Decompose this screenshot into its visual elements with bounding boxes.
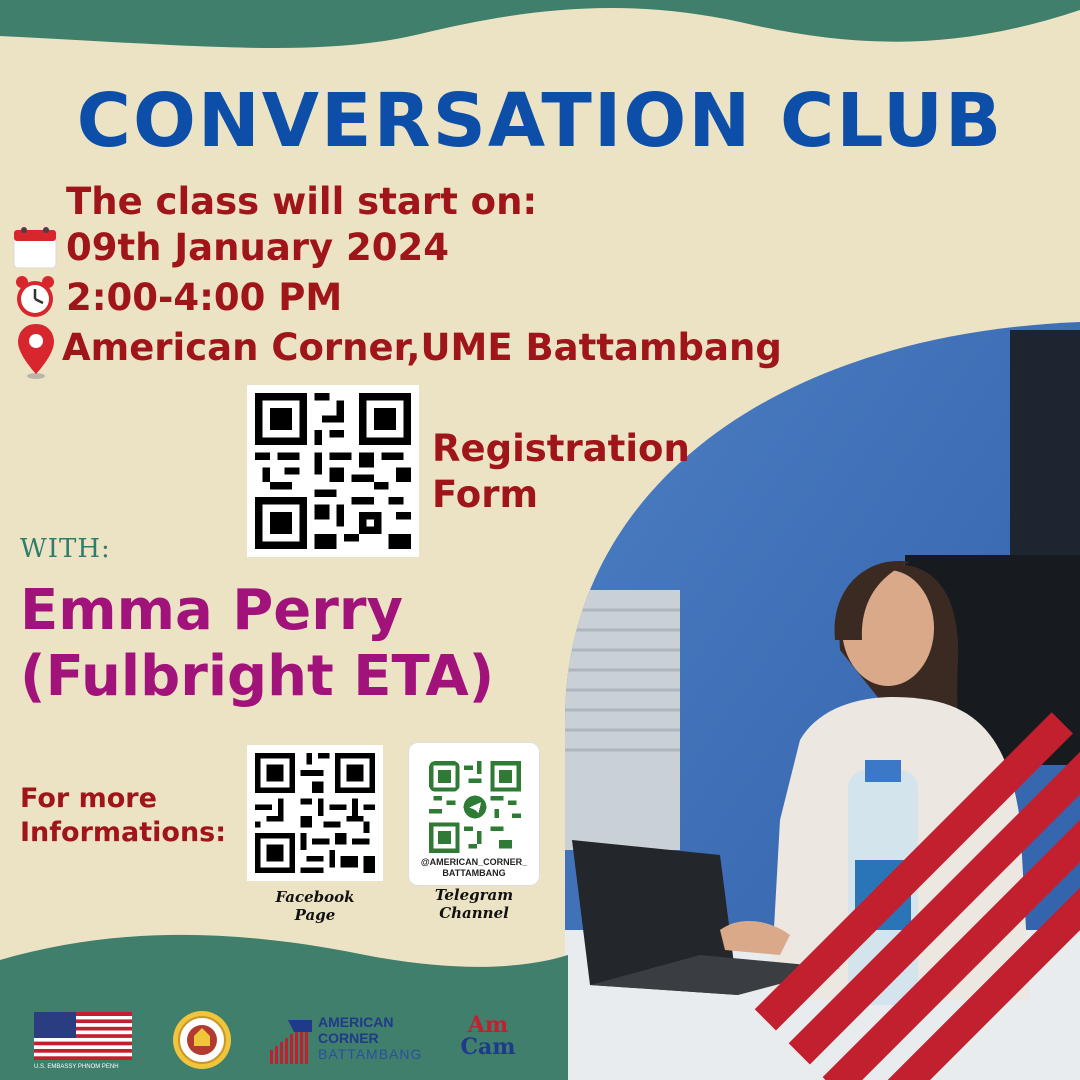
us-embassy-logo: U.S. EMBASSY PHNOM PENH (34, 1012, 134, 1070)
facebook-qr-code[interactable] (247, 745, 383, 881)
guest-block: Emma Perry (Fulbright ETA) (20, 578, 494, 710)
embassy-caption: U.S. EMBASSY PHNOM PENH (34, 1064, 119, 1070)
event-time: 2:00-4:00 PM (66, 276, 343, 319)
amcam-logo: Am Cam (448, 1014, 528, 1070)
location-pin-icon (18, 324, 54, 379)
guest-name: Emma Perry (20, 578, 404, 643)
alarm-clock-icon (16, 276, 54, 317)
amcam-line-1: Am (467, 1012, 509, 1038)
more-info-label: For more Informations: (20, 782, 226, 850)
american-corner-logo: AMERICAN CORNER BATTAMBANG (268, 1014, 421, 1066)
with-label: WITH: (20, 534, 111, 564)
event-date: 09th January 2024 (66, 226, 450, 269)
ac-line-1: AMERICAN (318, 1014, 394, 1030)
registration-line-1: Registration (432, 427, 690, 470)
american-corner-text: AMERICAN CORNER BATTAMBANG (318, 1014, 422, 1062)
schedule-intro: The class will start on: (66, 180, 538, 223)
amcam-line-2: Cam (460, 1034, 516, 1060)
facebook-caption: Facebook Page (247, 888, 383, 924)
registration-qr-code[interactable] (247, 385, 419, 557)
facebook-caption-line-2: Page (294, 906, 336, 924)
telegram-caption: Telegram Channel (408, 886, 540, 922)
guest-role: (Fulbright ETA) (20, 644, 495, 709)
registration-form-label: Registration Form (432, 426, 690, 518)
us-flag-icon (34, 1012, 132, 1060)
calendar-icon (13, 227, 57, 269)
telegram-qr-card[interactable]: @AMERICAN_CORNER_ BATTAMBANG (408, 742, 540, 886)
ac-line-2: CORNER (318, 1030, 379, 1046)
facebook-caption-line-1: Facebook (275, 888, 355, 906)
bar-flag-icon (270, 1020, 312, 1064)
page-title: CONVERSATION CLUB (76, 78, 1004, 164)
ac-line-3: BATTAMBANG (318, 1046, 423, 1062)
more-info-line-2: Informations: (20, 817, 227, 848)
telegram-handle-line-2: BATTAMBANG (442, 868, 506, 878)
seal-logo (173, 1011, 231, 1069)
telegram-caption-line-1: Telegram (434, 886, 514, 904)
more-info-line-1: For more (20, 783, 157, 814)
telegram-caption-line-2: Channel (439, 904, 509, 922)
event-location: American Corner,UME Battambang (62, 326, 782, 369)
telegram-handle-line-1: @AMERICAN_CORNER_ (420, 857, 528, 867)
registration-line-2: Form (432, 473, 538, 516)
telegram-handle: @AMERICAN_CORNER_ BATTAMBANG (409, 857, 539, 879)
